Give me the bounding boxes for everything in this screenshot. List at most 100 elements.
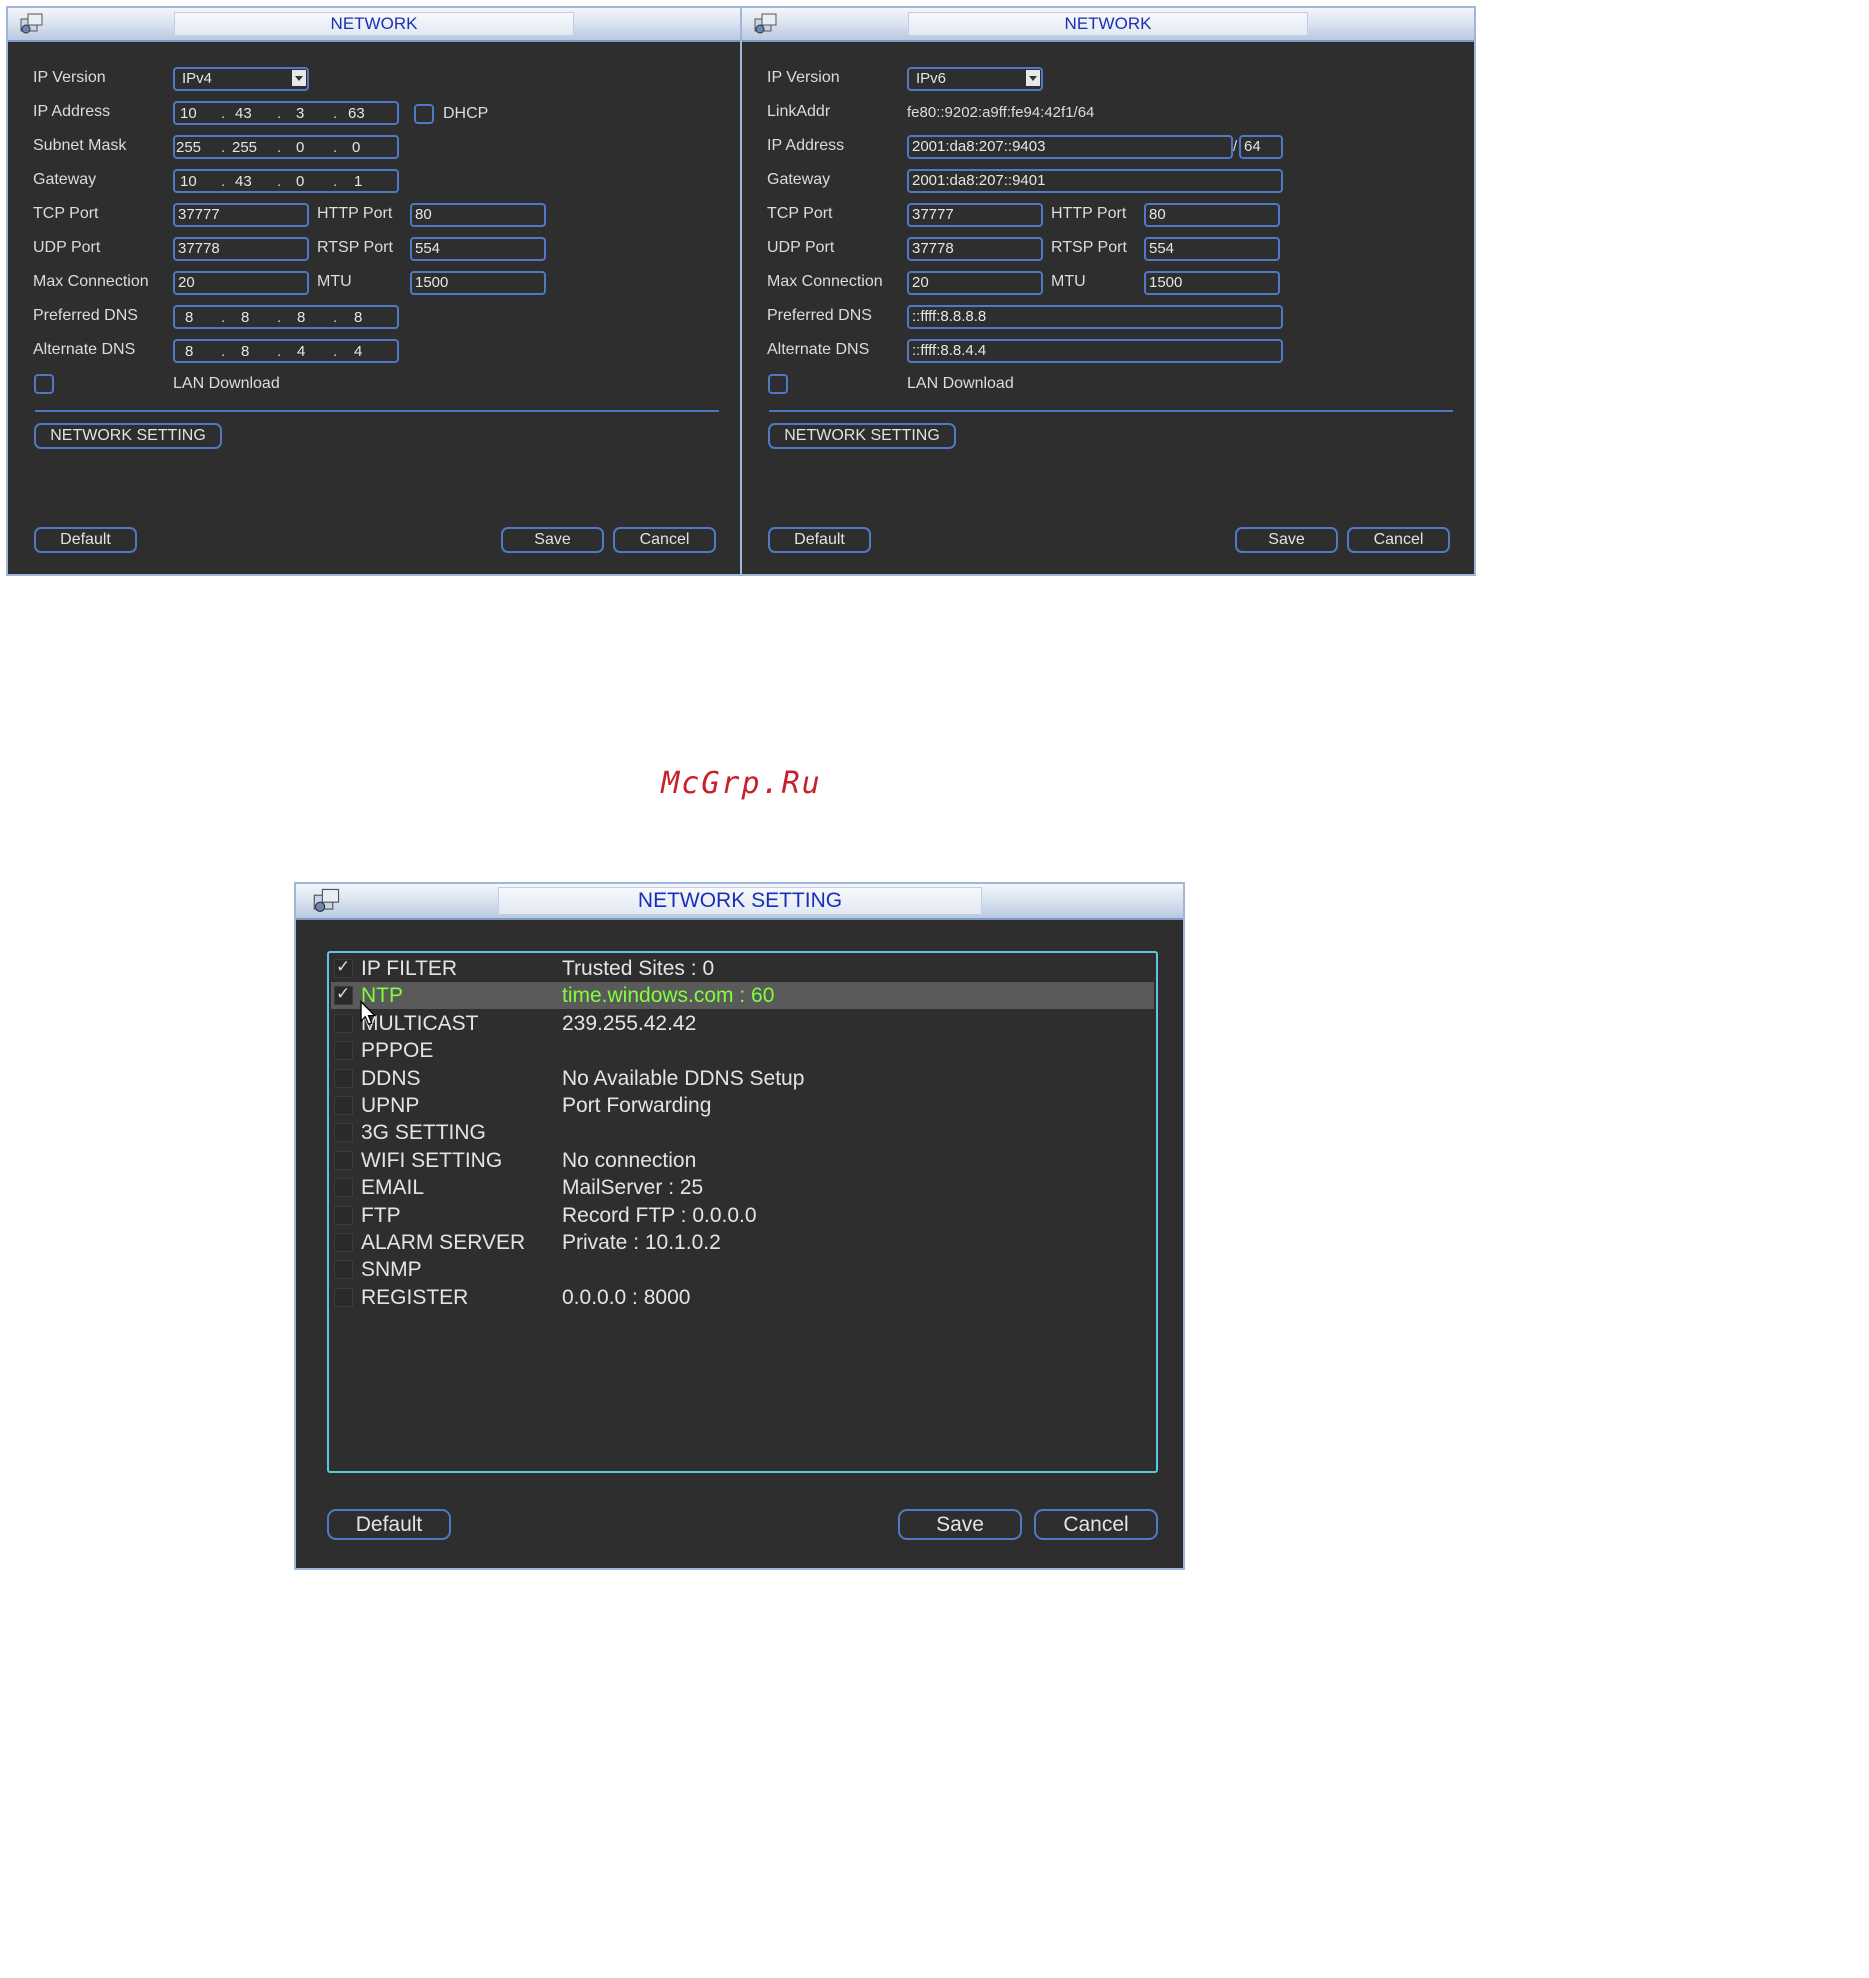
- cancel-button[interactable]: Cancel: [1034, 1509, 1158, 1540]
- watermark-text: McGrp.Ru: [661, 766, 822, 801]
- list-item[interactable]: 3G SETTING: [331, 1119, 1154, 1146]
- enable-checkbox[interactable]: [334, 957, 353, 978]
- cancel-button[interactable]: Cancel: [613, 527, 716, 553]
- item-value: Port Forwarding: [562, 1094, 712, 1117]
- default-button[interactable]: Default: [327, 1509, 451, 1540]
- udp-port-input[interactable]: 37778: [173, 237, 309, 261]
- list-item[interactable]: EMAIL MailServer : 25: [331, 1174, 1154, 1201]
- dot-separator: .: [333, 309, 338, 326]
- enable-checkbox[interactable]: [334, 1041, 353, 1061]
- dhcp-label: DHCP: [443, 105, 489, 122]
- item-name: FTP: [361, 1203, 401, 1227]
- subnet-mask-field[interactable]: 255 . 255 . 0 . 0: [173, 135, 399, 159]
- divider: [769, 410, 1453, 412]
- dot-separator: .: [221, 173, 226, 190]
- octet-1: 255: [176, 139, 202, 156]
- list-item[interactable]: PPPOE: [331, 1037, 1154, 1064]
- enable-checkbox[interactable]: [334, 1096, 353, 1115]
- lan-download-label: LAN Download: [173, 375, 280, 392]
- title-bar: NETWORK SETTING: [296, 884, 1183, 920]
- alternate-dns-input[interactable]: ::ffff:8.8.4.4: [907, 339, 1283, 363]
- item-name: SNMP: [361, 1258, 422, 1282]
- enable-checkbox[interactable]: [334, 1178, 353, 1198]
- network-app-icon: [754, 13, 777, 34]
- chevron-down-icon[interactable]: [1026, 70, 1040, 86]
- network-setting-button[interactable]: NETWORK SETTING: [34, 423, 222, 449]
- udp-port-input[interactable]: 37778: [907, 237, 1043, 261]
- network-app-icon: [313, 888, 340, 912]
- title-bar: NETWORK: [742, 8, 1474, 42]
- network-setting-button[interactable]: NETWORK SETTING: [768, 423, 956, 449]
- list-item[interactable]: UPNP Port Forwarding: [331, 1092, 1154, 1119]
- lan-download-checkbox[interactable]: [34, 374, 54, 394]
- save-button[interactable]: Save: [898, 1509, 1022, 1540]
- alternate-dns-field[interactable]: 8 . 8 . 4 . 4: [173, 339, 399, 363]
- enable-checkbox[interactable]: [334, 1233, 353, 1252]
- enable-checkbox[interactable]: [334, 1123, 353, 1143]
- default-button[interactable]: Default: [34, 527, 137, 553]
- save-button[interactable]: Save: [1235, 527, 1338, 553]
- max-connection-input[interactable]: 20: [907, 271, 1043, 295]
- prefix-length-input[interactable]: 64: [1239, 135, 1283, 159]
- ip-version-label: IP Version: [33, 69, 106, 86]
- alternate-dns-label: Alternate DNS: [767, 341, 870, 358]
- tcp-port-input[interactable]: 37777: [907, 203, 1043, 227]
- enable-checkbox[interactable]: [334, 1013, 353, 1033]
- enable-checkbox[interactable]: [334, 1205, 353, 1225]
- default-button[interactable]: Default: [768, 527, 871, 553]
- ip-address-label: IP Address: [33, 103, 111, 120]
- list-item[interactable]: FTP Record FTP : 0.0.0.0: [331, 1202, 1154, 1229]
- ip-version-select[interactable]: IPv4: [173, 67, 309, 91]
- network-dialog-ipv6: NETWORK IP Version IPv6 LinkAddr fe80::9…: [740, 6, 1476, 576]
- preferred-dns-input[interactable]: ::ffff:8.8.8.8: [907, 305, 1283, 329]
- window-title: NETWORK SETTING: [498, 887, 982, 915]
- list-item[interactable]: ALARM SERVER Private : 10.1.0.2: [331, 1229, 1154, 1256]
- enable-checkbox[interactable]: [334, 1260, 353, 1280]
- link-addr-value: fe80::9202:a9ff:fe94:42f1/64: [907, 104, 1095, 121]
- octet-3: 0: [296, 173, 305, 190]
- mtu-label: MTU: [317, 273, 352, 290]
- save-button[interactable]: Save: [501, 527, 604, 553]
- list-item[interactable]: MULTICAST 239.255.42.42: [331, 1010, 1154, 1037]
- preferred-dns-field[interactable]: 8 . 8 . 8 . 8: [173, 305, 399, 329]
- lan-download-checkbox[interactable]: [768, 374, 788, 394]
- udp-port-label: UDP Port: [33, 239, 101, 256]
- dhcp-checkbox[interactable]: [414, 104, 434, 124]
- enable-checkbox[interactable]: [334, 1150, 353, 1170]
- ip-address-input[interactable]: 2001:da8:207::9403: [907, 135, 1233, 159]
- ip-version-value: IPv4: [182, 70, 213, 87]
- list-item[interactable]: NTPtime.windows.com : 60: [331, 982, 1154, 1010]
- http-port-input[interactable]: 80: [1144, 203, 1280, 227]
- ip-address-field[interactable]: 10 . 43 . 3 . 63: [173, 101, 399, 125]
- dot-separator: .: [277, 105, 282, 122]
- http-port-input[interactable]: 80: [410, 203, 546, 227]
- chevron-down-icon[interactable]: [292, 70, 306, 86]
- octet-1: 10: [180, 173, 197, 190]
- enable-checkbox[interactable]: [334, 1068, 353, 1088]
- octet-1: 8: [185, 343, 194, 360]
- rtsp-port-input[interactable]: 554: [410, 237, 546, 261]
- max-connection-label: Max Connection: [767, 273, 883, 290]
- enable-checkbox[interactable]: [334, 1287, 353, 1307]
- list-item[interactable]: DDNS No Available DDNS Setup: [331, 1065, 1154, 1092]
- octet-1: 10: [180, 105, 197, 122]
- gateway-field[interactable]: 10 . 43 . 0 . 1: [173, 169, 399, 193]
- list-item[interactable]: WIFI SETTING No connection: [331, 1147, 1154, 1174]
- octet-4: 63: [348, 105, 365, 122]
- list-item[interactable]: REGISTER 0.0.0.0 : 8000: [331, 1284, 1154, 1311]
- item-value: MailServer : 25: [562, 1176, 704, 1200]
- mtu-input[interactable]: 1500: [1144, 271, 1280, 295]
- max-connection-input[interactable]: 20: [173, 271, 309, 295]
- ip-version-select[interactable]: IPv6: [907, 67, 1043, 91]
- dot-separator: .: [333, 139, 338, 156]
- cancel-button[interactable]: Cancel: [1347, 527, 1450, 553]
- rtsp-port-input[interactable]: 554: [1144, 237, 1280, 261]
- octet-2: 8: [241, 309, 250, 326]
- list-item[interactable]: IP FILTER Trusted Sites : 0: [331, 955, 1154, 982]
- tcp-port-input[interactable]: 37777: [173, 203, 309, 227]
- mtu-input[interactable]: 1500: [410, 271, 546, 295]
- list-item[interactable]: SNMP: [331, 1256, 1154, 1283]
- enable-checkbox[interactable]: [334, 984, 353, 1006]
- octet-2: 43: [235, 105, 252, 122]
- gateway-input[interactable]: 2001:da8:207::9401: [907, 169, 1283, 193]
